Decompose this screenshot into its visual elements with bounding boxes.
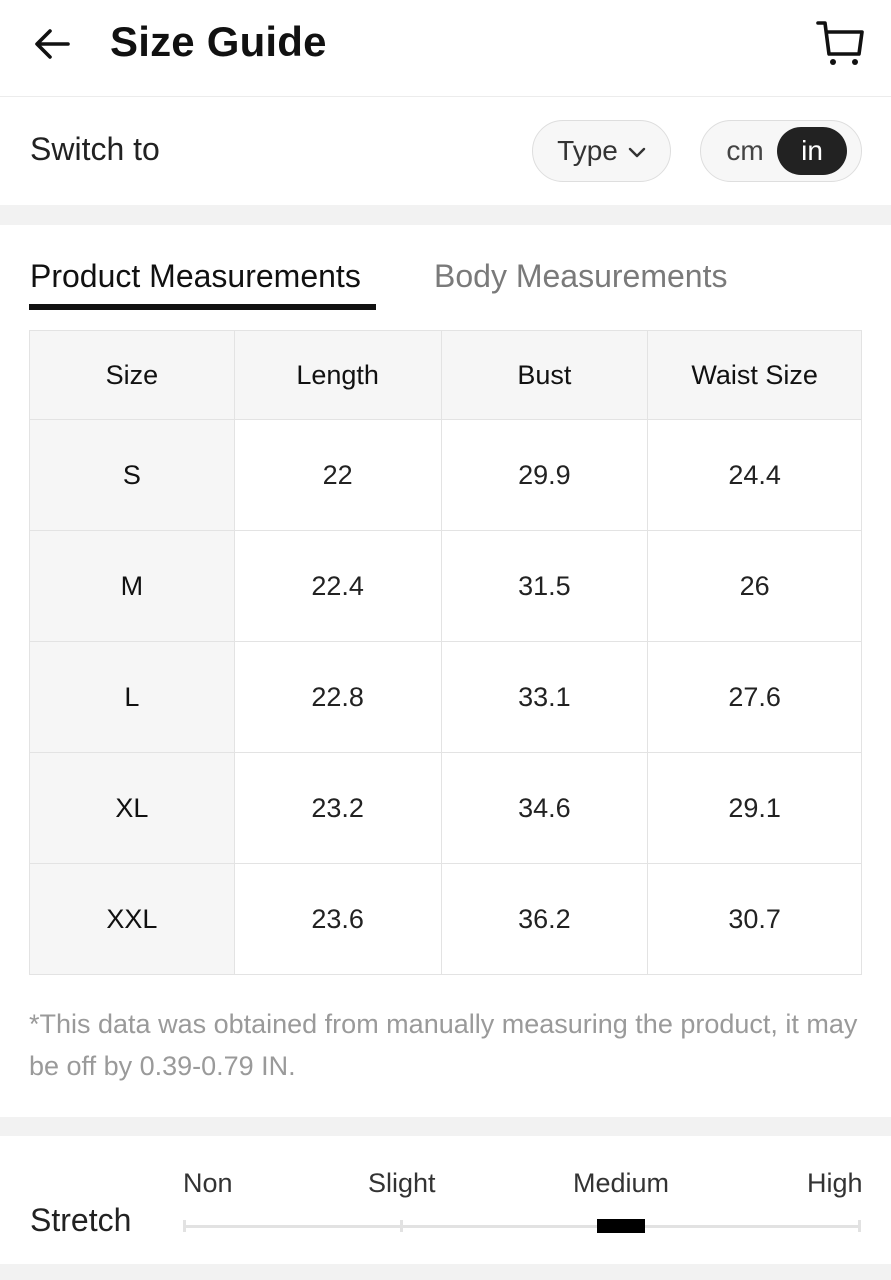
bust-cell: 34.6: [440, 752, 649, 864]
arrow-left-icon[interactable]: [30, 22, 74, 66]
measurement-disclaimer: *This data was obtained from manually me…: [29, 1009, 858, 1081]
section-divider: [0, 1264, 891, 1280]
table-row: XL 23.2 34.6 29.1: [29, 752, 862, 864]
section-divider: [0, 205, 891, 225]
bust-cell: 29.9: [440, 419, 649, 531]
size-cell: L: [29, 641, 235, 753]
unit-in-option[interactable]: in: [777, 127, 847, 175]
stretch-tick: [858, 1220, 861, 1232]
size-table: Size Length Bust Waist Size S 22 29.9 24…: [29, 330, 862, 975]
waist-cell: 29.1: [647, 752, 862, 864]
size-cell: M: [29, 530, 235, 642]
section-divider: [0, 1117, 891, 1136]
stretch-level-indicator: [597, 1219, 645, 1233]
length-cell: 23.6: [233, 863, 442, 975]
stretch-tick: [400, 1220, 403, 1232]
stretch-level-slight: Slight: [368, 1168, 436, 1198]
length-cell: 22.4: [233, 530, 442, 642]
length-cell: 22: [233, 419, 442, 531]
waist-cell: 24.4: [647, 419, 862, 531]
tab-product-measurements[interactable]: Product Measurements: [30, 258, 361, 295]
table-row: XXL 23.6 36.2 30.7: [29, 863, 862, 975]
unit-toggle: cm in: [700, 120, 862, 182]
tab-body-measurements[interactable]: Body Measurements: [434, 258, 727, 295]
unit-cm-option[interactable]: cm: [709, 127, 781, 175]
length-cell: 22.8: [233, 641, 442, 753]
bust-cell: 33.1: [440, 641, 649, 753]
chevron-down-icon: [628, 147, 646, 158]
waist-cell: 30.7: [647, 863, 862, 975]
cart-icon[interactable]: [814, 18, 866, 68]
type-label: Type: [557, 135, 618, 166]
stretch-level-medium: Medium: [573, 1168, 670, 1198]
table-row: M 22.4 31.5 26: [29, 530, 862, 642]
waist-cell: 26: [647, 530, 862, 642]
stretch-level-high: High: [807, 1168, 863, 1198]
header-length: Length: [233, 330, 442, 420]
stretch-level-non: Non: [183, 1168, 233, 1198]
header-bust: Bust: [440, 330, 649, 420]
table-row: L 22.8 33.1 27.6: [29, 641, 862, 753]
measurement-tabs: Product Measurements Body Measurements: [0, 225, 891, 315]
size-cell: XL: [29, 752, 235, 864]
bust-cell: 36.2: [440, 863, 649, 975]
page-title: Size Guide: [110, 18, 327, 65]
stretch-label: Stretch: [30, 1202, 132, 1238]
type-dropdown[interactable]: Type: [532, 120, 671, 182]
active-tab-indicator: [29, 304, 376, 310]
bust-cell: 31.5: [440, 530, 649, 642]
stretch-section: Stretch Non Slight Medium High: [0, 1136, 891, 1264]
header-size: Size: [29, 330, 235, 420]
length-cell: 23.2: [233, 752, 442, 864]
stretch-tick: [183, 1220, 186, 1232]
size-cell: XXL: [29, 863, 235, 975]
switch-row: Switch to Type cm in: [0, 97, 891, 205]
table-row: S 22 29.9 24.4: [29, 419, 862, 531]
stretch-scale-track: [184, 1225, 860, 1228]
header-bar: Size Guide: [0, 0, 891, 97]
waist-cell: 27.6: [647, 641, 862, 753]
size-cell: S: [29, 419, 235, 531]
table-header-row: Size Length Bust Waist Size: [29, 330, 862, 420]
header-waist-size: Waist Size: [647, 330, 862, 420]
switch-label: Switch to: [30, 131, 160, 167]
